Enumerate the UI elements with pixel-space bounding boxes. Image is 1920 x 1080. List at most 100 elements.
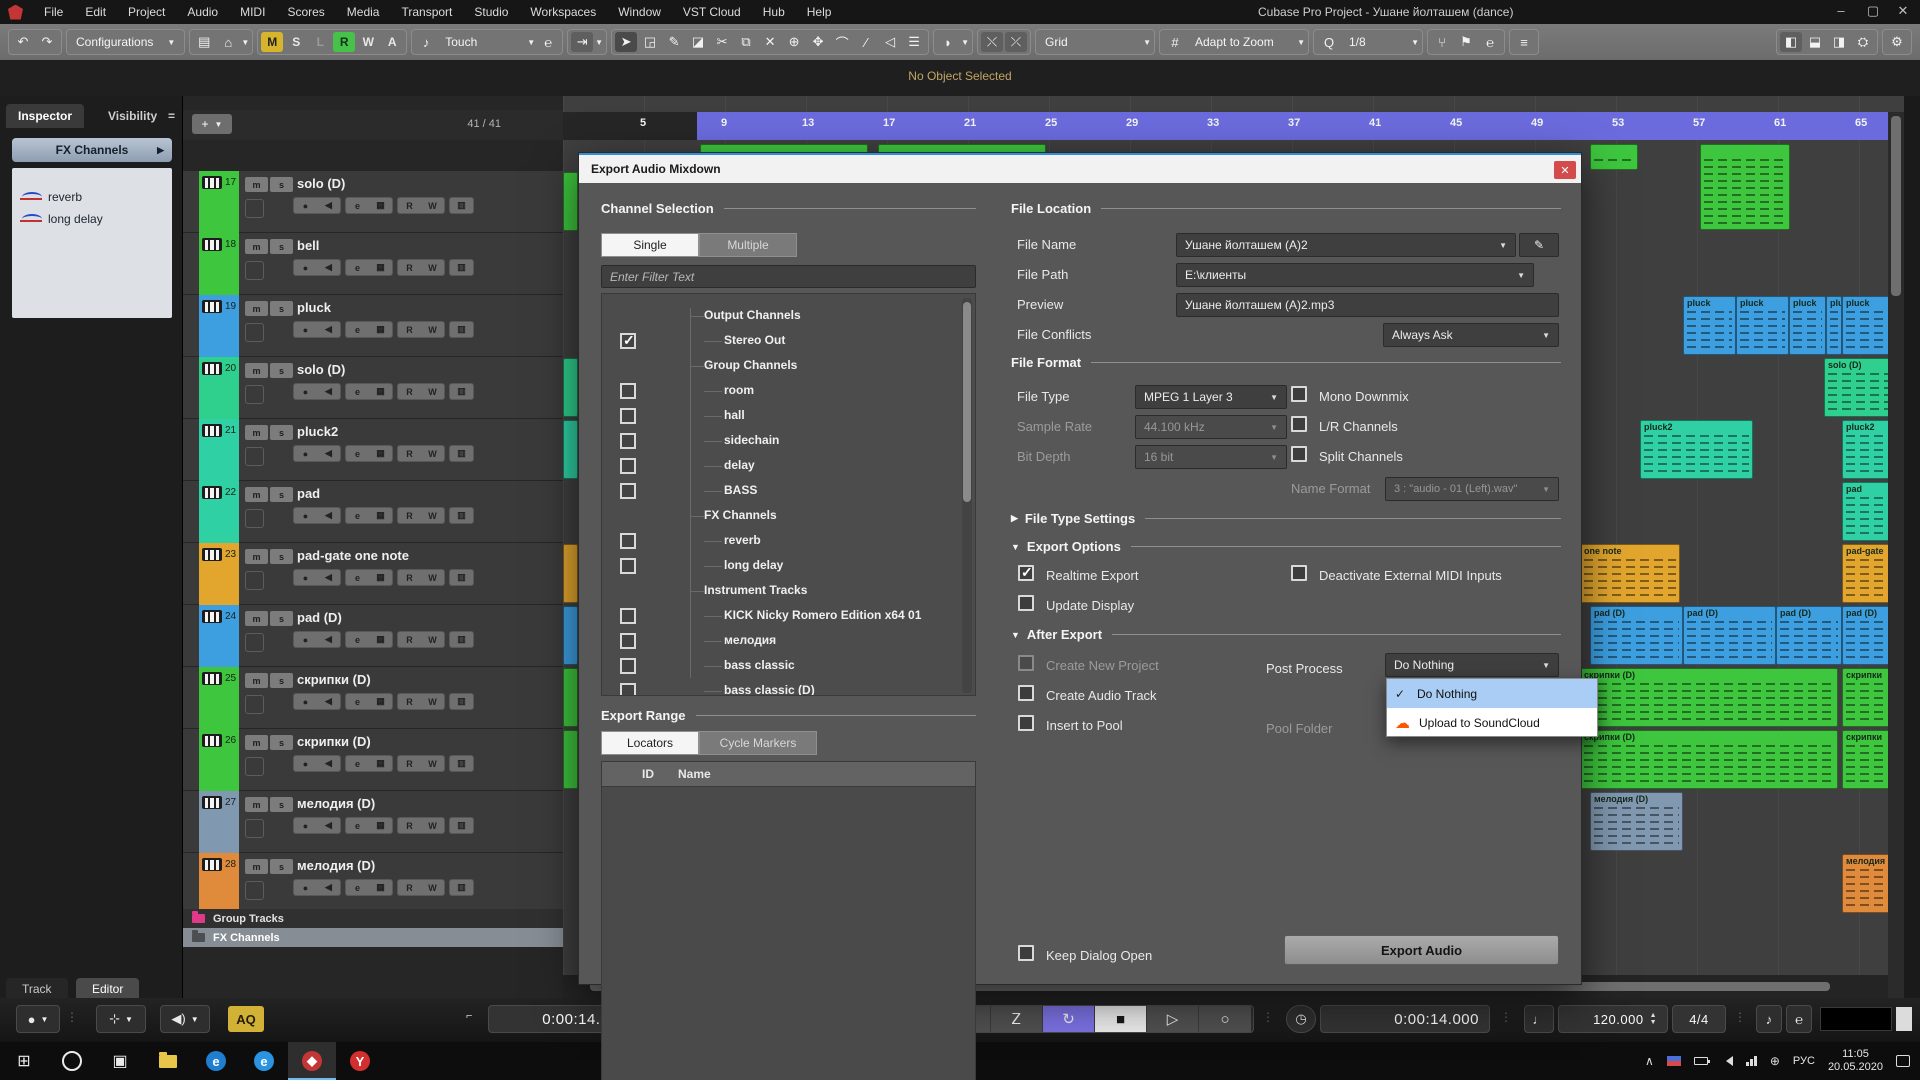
hand-tool-icon[interactable]: ✥ bbox=[807, 32, 829, 52]
track-color-box[interactable] bbox=[245, 881, 264, 900]
track-name[interactable]: мелодия (D) bbox=[297, 858, 375, 873]
edit-channel-icon[interactable]: e bbox=[346, 198, 369, 213]
tab-track[interactable]: Track bbox=[6, 978, 68, 1000]
track-name[interactable]: мелодия (D) bbox=[297, 796, 375, 811]
audio-quantize-button[interactable]: AQ bbox=[228, 1006, 264, 1032]
solo-button[interactable]: s bbox=[270, 549, 293, 564]
channel-checkbox[interactable] bbox=[620, 483, 636, 499]
channel-checkbox[interactable] bbox=[620, 633, 636, 649]
record-enable-icon[interactable]: ● bbox=[294, 694, 317, 709]
insert-to-pool-checkbox[interactable] bbox=[1018, 715, 1034, 731]
edit-channel-icon[interactable]: e bbox=[346, 446, 369, 461]
midi-clip[interactable]: скрипки (D) bbox=[1580, 668, 1838, 727]
mute-button[interactable]: m bbox=[245, 363, 268, 378]
glue-tool-icon[interactable]: ⧉ bbox=[735, 32, 757, 52]
grid-type-dropdown[interactable]: Grid ▼ bbox=[1035, 29, 1155, 55]
channel-item[interactable]: sidechain bbox=[724, 433, 779, 458]
read-automation-icon[interactable]: R bbox=[398, 694, 421, 709]
channel-item[interactable]: long delay bbox=[724, 558, 783, 583]
setup-window-icon[interactable]: ▤ bbox=[193, 32, 215, 52]
channel-item[interactable]: bass classic bbox=[724, 658, 795, 683]
fx-channels-selector[interactable]: FX Channels ▶ bbox=[12, 138, 172, 162]
menu-item-do-nothing[interactable]: ✓ Do Nothing bbox=[1387, 679, 1597, 708]
write-automation-icon[interactable]: W bbox=[421, 694, 444, 709]
midi-clip[interactable]: pad (D) bbox=[1590, 606, 1683, 665]
align-icon[interactable]: ≡ bbox=[1513, 32, 1535, 52]
close-button[interactable]: ✕ bbox=[1888, 0, 1918, 22]
channel-item[interactable]: hall bbox=[724, 408, 745, 433]
edit-name-button[interactable]: ✎ bbox=[1519, 233, 1559, 257]
read-automation-icon[interactable]: R bbox=[398, 198, 421, 213]
list-item[interactable]: reverb bbox=[22, 190, 82, 204]
read-automation-icon[interactable]: R bbox=[398, 632, 421, 647]
realtime-export-checkbox[interactable] bbox=[1018, 565, 1034, 581]
export-options-heading[interactable]: ▼ Export Options bbox=[1011, 539, 1561, 554]
list-item[interactable]: long delay bbox=[22, 212, 103, 226]
channel-strip-icon[interactable]: ▥ bbox=[450, 818, 473, 833]
left-locator-icon[interactable]: ⌐ bbox=[466, 1010, 482, 1028]
line-tool-icon[interactable]: ∕ bbox=[855, 32, 877, 52]
clock[interactable]: 11:05 20.05.2020 bbox=[1828, 1048, 1883, 1074]
channel-list-scrollbar[interactable] bbox=[962, 298, 972, 693]
chevron-down-icon[interactable]: ▼ bbox=[1517, 271, 1525, 280]
track-color-box[interactable] bbox=[245, 261, 264, 280]
tempo-display[interactable]: 120.000 ▲▼ bbox=[1558, 1005, 1668, 1033]
globe-icon[interactable]: ⊕ bbox=[1770, 1054, 1780, 1068]
redo-icon[interactable]: ↷ bbox=[36, 32, 58, 52]
tab-visibility[interactable]: Visibility bbox=[96, 104, 169, 128]
mute-button[interactable]: m bbox=[245, 797, 268, 812]
open-quantize-panel-icon[interactable]: ℮ bbox=[1479, 32, 1501, 52]
object-selection-tool-icon[interactable]: ➤ bbox=[615, 32, 637, 52]
right-zone-icon[interactable]: ◨ bbox=[1828, 32, 1850, 52]
edge-browser-icon[interactable]: e bbox=[192, 1042, 240, 1080]
tab-inspector[interactable]: Inspector bbox=[6, 104, 84, 128]
punch-point-button[interactable]: ⊹▼ bbox=[96, 1005, 146, 1033]
play-button[interactable]: ▷ bbox=[1147, 1005, 1199, 1033]
channel-item[interactable]: room bbox=[724, 383, 754, 408]
mute-button[interactable]: m bbox=[245, 425, 268, 440]
track-name[interactable]: pad (D) bbox=[297, 610, 342, 625]
hidden-icons-chevron[interactable]: ∧ bbox=[1645, 1054, 1654, 1068]
add-track-button[interactable]: + ▼ bbox=[192, 114, 232, 134]
read-automation-icon[interactable]: R bbox=[398, 508, 421, 523]
speaker-icon[interactable] bbox=[1721, 1056, 1733, 1066]
automation-mode-dropdown[interactable]: ♪ Touch ▼ ℮ bbox=[411, 29, 563, 55]
edit-instrument-icon[interactable]: ▦ bbox=[369, 446, 392, 461]
menu-item[interactable]: Hub bbox=[752, 0, 796, 24]
channel-item[interactable]: reverb bbox=[724, 533, 761, 558]
midi-clip[interactable]: скрипки (D) bbox=[1580, 730, 1838, 789]
monitor-icon[interactable]: ◀ bbox=[317, 632, 340, 647]
adapt-to-zoom-dropdown[interactable]: #Adapt to Zoom ▼ bbox=[1159, 29, 1309, 55]
read-automation-icon[interactable]: R bbox=[398, 446, 421, 461]
task-view-icon[interactable]: ▣ bbox=[96, 1042, 144, 1080]
channel-checkbox[interactable] bbox=[620, 333, 636, 349]
search-icon[interactable] bbox=[48, 1042, 96, 1080]
midi-clip[interactable]: pluck bbox=[1736, 296, 1789, 355]
chevron-down-icon[interactable]: ▼ bbox=[241, 38, 249, 47]
edit-instrument-icon[interactable]: ▦ bbox=[369, 198, 392, 213]
tempo-track-icon[interactable]: ♩ bbox=[1524, 1005, 1554, 1033]
solo-button[interactable]: s bbox=[270, 239, 293, 254]
track-name[interactable]: скрипки (D) bbox=[297, 734, 371, 749]
track-color-box[interactable] bbox=[245, 447, 264, 466]
edit-instrument-icon[interactable]: ▦ bbox=[369, 508, 392, 523]
track-color-box[interactable] bbox=[245, 695, 264, 714]
track-row[interactable]: 25 m s скрипки (D) ● ◀ e ▦ R W ▥ bbox=[183, 667, 563, 729]
undo-icon[interactable]: ↶ bbox=[12, 32, 34, 52]
channel-strip-icon[interactable]: ▥ bbox=[450, 260, 473, 275]
automation-r-button[interactable]: R bbox=[333, 32, 355, 52]
tab-editor[interactable]: Editor bbox=[76, 978, 139, 1000]
write-automation-icon[interactable]: W bbox=[421, 260, 444, 275]
automation-l-button[interactable]: L bbox=[309, 32, 331, 52]
audio-alignment-icon[interactable]: ⚑ bbox=[1455, 32, 1477, 52]
monitor-icon[interactable]: ◀ bbox=[317, 446, 340, 461]
zoom-tool-icon[interactable]: ⊕ bbox=[783, 32, 805, 52]
edit-channel-icon[interactable]: e bbox=[346, 384, 369, 399]
track-row[interactable]: 28 m s мелодия (D) ● ◀ e ▦ R W ▥ bbox=[183, 853, 563, 915]
record-enable-icon[interactable]: ● bbox=[294, 384, 317, 399]
edit-instrument-icon[interactable]: ▦ bbox=[369, 570, 392, 585]
channel-item[interactable]: мелодия bbox=[724, 633, 776, 658]
monitor-icon[interactable]: ◀ bbox=[317, 198, 340, 213]
tab-locators[interactable]: Locators bbox=[601, 731, 699, 755]
edit-instrument-icon[interactable]: ▦ bbox=[369, 322, 392, 337]
